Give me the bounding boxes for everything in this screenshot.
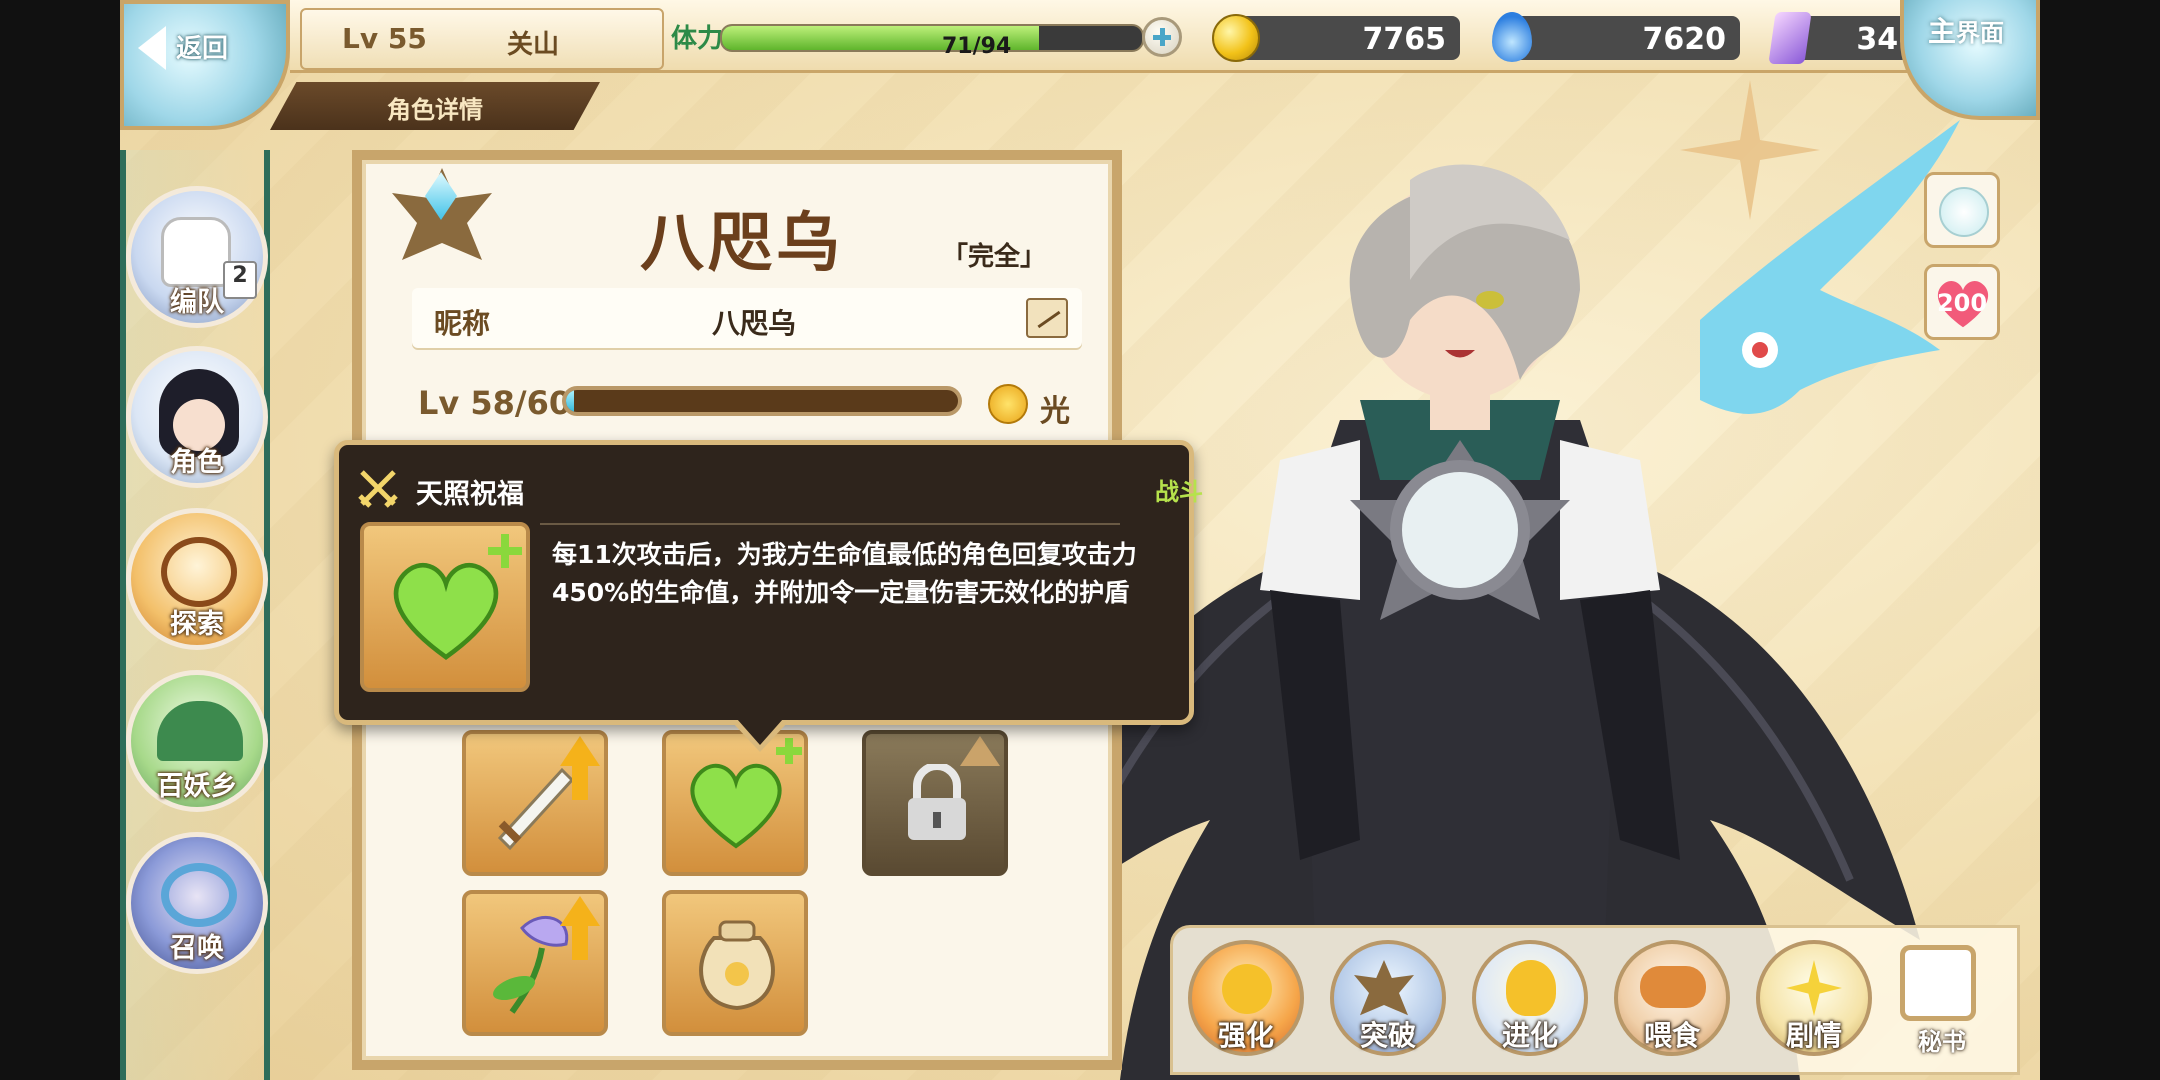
- menu-summon-label: 召唤: [170, 933, 224, 964]
- element-label: 光: [1040, 394, 1070, 429]
- spirit-value: 7620: [1642, 22, 1727, 57]
- skill-slot-sword[interactable]: [462, 730, 608, 876]
- skill-slot-locked[interactable]: [862, 730, 1008, 876]
- emote-button[interactable]: [1924, 172, 2000, 248]
- upgrade-arrow-icon: [960, 736, 1000, 766]
- face-icon: [1939, 187, 1989, 237]
- crossed-swords-icon: [358, 470, 398, 508]
- affection-value: 200: [1936, 289, 1988, 317]
- add-stamina-button[interactable]: [1142, 17, 1182, 57]
- character-detail-label: 角色详情: [387, 96, 483, 124]
- back-arrow-icon: [138, 26, 166, 70]
- menu-explore-label: 探索: [170, 609, 224, 640]
- feed-icon: [1640, 966, 1706, 1008]
- upgrade-arrow-stem: [572, 924, 588, 960]
- evolve-label: 进化: [1501, 1019, 1558, 1052]
- stamina-label: 体力: [671, 24, 724, 54]
- nickname-label: 昵称: [434, 307, 491, 340]
- evolve-icon: [1506, 960, 1556, 1016]
- add-skill-icon: [488, 534, 522, 568]
- upgrade-arrow-icon: [560, 896, 600, 926]
- breakthrough-icon: [1354, 960, 1414, 1016]
- heart-skill-icon: [393, 563, 499, 660]
- player-name: 关山: [507, 30, 560, 60]
- skill-description: 每11次攻击后，为我方生命值最低的角色回复攻击力450%的生命值，并附加令一定量…: [552, 540, 1137, 607]
- breakthrough-label: 突破: [1359, 1019, 1416, 1052]
- light-element-icon: [988, 384, 1028, 424]
- enhance-button[interactable]: 强化: [1188, 940, 1304, 1056]
- menu-character-button[interactable]: 角色: [126, 346, 268, 488]
- nickname-value: 八咫乌: [712, 307, 797, 340]
- evolve-button[interactable]: 进化: [1472, 940, 1588, 1056]
- skill-slot-flower[interactable]: [462, 890, 608, 1036]
- heart-skill-icon: [690, 763, 782, 849]
- affection-button[interactable]: 200: [1924, 264, 2000, 340]
- player-level: Lv 55: [342, 22, 427, 55]
- player-level-box: Lv 55 关山: [300, 8, 664, 70]
- edit-nickname-icon[interactable]: [1026, 298, 1068, 338]
- secretary-label: 秘书: [1918, 1028, 1966, 1056]
- character-name: 八咫乌: [640, 207, 844, 281]
- lock-icon: [908, 764, 966, 840]
- stamina-bar: [720, 24, 1144, 52]
- feed-button[interactable]: 喂食: [1614, 940, 1730, 1056]
- bag-skill-icon: [699, 920, 775, 1011]
- upgrade-arrow-icon: [560, 736, 600, 766]
- feed-label: 喂食: [1643, 1019, 1700, 1052]
- menu-team-button[interactable]: 2 编队: [126, 186, 268, 328]
- menu-explore-button[interactable]: 探索: [126, 508, 268, 650]
- story-button[interactable]: 剧情: [1756, 940, 1872, 1056]
- popup-skill-icon-frame: [360, 522, 530, 692]
- crystal-icon: [1768, 12, 1812, 64]
- story-label: 剧情: [1785, 1019, 1842, 1052]
- popup-divider: [540, 523, 1120, 525]
- explore-icon: [161, 537, 237, 607]
- game-screen: 返回 Lv 55 关山 角色详情 体力 71/94 7765 7620 346 …: [120, 0, 2040, 1080]
- story-star-icon: [1786, 960, 1842, 1016]
- enhance-label: 强化: [1217, 1019, 1274, 1052]
- menu-village-button[interactable]: 百妖乡: [126, 670, 268, 812]
- coin-icon: [1212, 14, 1260, 62]
- back-label: 返回: [176, 34, 229, 64]
- spirit-bar: 7620: [1500, 16, 1740, 60]
- secretary-button[interactable]: [1900, 945, 1976, 1021]
- summon-icon: [161, 863, 237, 927]
- nickname-row: 昵称 八咫乌: [412, 288, 1082, 348]
- exp-bar-fill: [566, 390, 574, 412]
- coin-value: 7765: [1362, 22, 1447, 57]
- breakthrough-button[interactable]: 突破: [1330, 940, 1446, 1056]
- menu-character-label: 角色: [170, 447, 224, 478]
- skill-title: 天照祝福: [416, 479, 524, 510]
- menu-team-label: 编队: [170, 287, 224, 318]
- enhance-icon: [1222, 964, 1272, 1014]
- village-icon: [157, 701, 243, 761]
- exp-bar: [562, 386, 962, 416]
- team-icon: [161, 217, 231, 287]
- upgrade-arrow-stem: [572, 764, 588, 800]
- character-quality: 「完全」: [942, 242, 1047, 272]
- stamina-value: 71/94: [942, 34, 1012, 59]
- character-detail-tab: 角色详情: [270, 82, 600, 130]
- popup-pointer-inner: [737, 719, 783, 745]
- menu-village-label: 百妖乡: [156, 771, 238, 802]
- menu-summon-button[interactable]: 召唤: [126, 832, 268, 974]
- home-label: 主界面: [1928, 15, 2005, 48]
- skill-slot-bag[interactable]: [662, 890, 808, 1036]
- skill-type: 战斗: [1155, 478, 1203, 506]
- character-level: Lv 58/60: [418, 384, 572, 422]
